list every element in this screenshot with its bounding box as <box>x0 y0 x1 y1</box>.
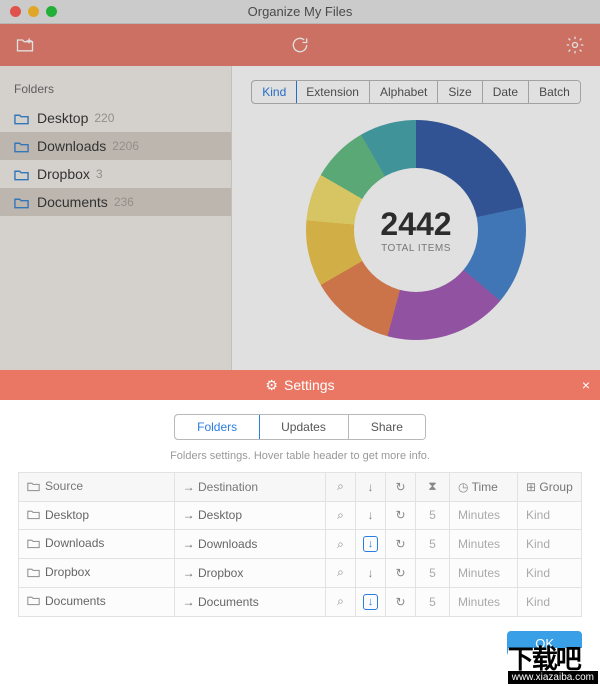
tab-size[interactable]: Size <box>438 81 482 103</box>
col-destination[interactable]: → Destination <box>174 473 325 502</box>
col-refresh-icon[interactable]: ↻ <box>386 473 416 502</box>
tab-kind[interactable]: Kind <box>251 80 297 104</box>
sidebar-item-label: Downloads <box>37 138 106 154</box>
folders-table: Source → Destination ⌕ ↓ ↻ ⧗ ◷ Time ⊞ Gr… <box>18 472 582 617</box>
donut-chart: 2442 TOTAL ITEMS <box>306 120 526 340</box>
sidebar-item-label: Documents <box>37 194 108 210</box>
cell-auto[interactable]: ↓ <box>356 559 386 588</box>
settings-header: ⚙ Settings × <box>0 370 600 400</box>
sidebar-item-count: 220 <box>94 111 114 125</box>
content: Kind Extension Alphabet Size Date Batch … <box>232 66 600 370</box>
cell-refresh[interactable]: ↻ <box>386 559 416 588</box>
gear-icon: ⚙ <box>265 377 278 394</box>
watermark-url: www.xiazaiba.com <box>508 671 598 684</box>
cell-search[interactable]: ⌕ <box>326 587 356 616</box>
cell-destination[interactable]: → Desktop <box>174 501 325 530</box>
main-area: Folders Desktop 220 Downloads 2206 Dropb… <box>0 66 600 370</box>
col-source[interactable]: Source <box>19 473 175 502</box>
cell-search[interactable]: ⌕ <box>326 501 356 530</box>
cell-interval[interactable]: 5 <box>416 530 450 559</box>
cell-search[interactable]: ⌕ <box>326 530 356 559</box>
cell-search[interactable]: ⌕ <box>326 559 356 588</box>
cell-auto[interactable]: ↓ <box>356 530 386 559</box>
cell-destination[interactable]: → Documents <box>174 587 325 616</box>
cell-group[interactable]: Kind <box>518 587 582 616</box>
cell-group[interactable]: Kind <box>518 559 582 588</box>
cell-group[interactable]: Kind <box>518 501 582 530</box>
cell-source[interactable]: Documents <box>19 587 175 616</box>
sidebar-item-downloads[interactable]: Downloads 2206 <box>0 132 231 160</box>
settings-tab-folders[interactable]: Folders <box>174 414 260 440</box>
toolbar <box>0 24 600 66</box>
cell-source[interactable]: Downloads <box>19 530 175 559</box>
folder-icon <box>14 196 29 208</box>
tab-extension[interactable]: Extension <box>296 81 370 103</box>
table-header-row: Source → Destination ⌕ ↓ ↻ ⧗ ◷ Time ⊞ Gr… <box>19 473 582 502</box>
cell-source[interactable]: Dropbox <box>19 559 175 588</box>
col-time[interactable]: ◷ Time <box>450 473 518 502</box>
sidebar-item-count: 2206 <box>112 139 139 153</box>
cell-refresh[interactable]: ↻ <box>386 530 416 559</box>
chart-total-value: 2442 <box>380 206 451 243</box>
window-title: Organize My Files <box>0 4 600 19</box>
cell-interval[interactable]: 5 <box>416 559 450 588</box>
cell-unit[interactable]: Minutes <box>450 559 518 588</box>
table-row: Documents → Documents ⌕ ↓ ↻ 5 Minutes Ki… <box>19 587 582 616</box>
settings-tabs: Folders Updates Share <box>0 400 600 450</box>
col-search-icon[interactable]: ⌕ <box>326 473 356 502</box>
tab-date[interactable]: Date <box>483 81 529 103</box>
settings-tab-updates[interactable]: Updates <box>259 415 349 439</box>
cell-unit[interactable]: Minutes <box>450 530 518 559</box>
sidebar: Folders Desktop 220 Downloads 2206 Dropb… <box>0 66 232 370</box>
sidebar-item-label: Dropbox <box>37 166 90 182</box>
cell-unit[interactable]: Minutes <box>450 501 518 530</box>
chart-total-label: TOTAL ITEMS <box>381 243 451 254</box>
sidebar-item-documents[interactable]: Documents 236 <box>0 188 231 216</box>
settings-title: Settings <box>284 377 335 393</box>
col-hourglass-icon[interactable]: ⧗ <box>416 473 450 502</box>
add-folder-button[interactable] <box>14 34 36 56</box>
cell-refresh[interactable]: ↻ <box>386 587 416 616</box>
settings-tab-share[interactable]: Share <box>349 415 425 439</box>
cell-auto[interactable]: ↓ <box>356 501 386 530</box>
cell-interval[interactable]: 5 <box>416 501 450 530</box>
titlebar: Organize My Files <box>0 0 600 24</box>
sidebar-item-dropbox[interactable]: Dropbox 3 <box>0 160 231 188</box>
cell-unit[interactable]: Minutes <box>450 587 518 616</box>
refresh-button[interactable] <box>289 34 311 56</box>
cell-source[interactable]: Desktop <box>19 501 175 530</box>
view-tabs: Kind Extension Alphabet Size Date Batch <box>251 80 581 104</box>
sidebar-item-count: 3 <box>96 167 103 181</box>
folder-icon <box>14 168 29 180</box>
tab-batch[interactable]: Batch <box>529 81 580 103</box>
cell-destination[interactable]: → Downloads <box>174 530 325 559</box>
watermark-text: 下载吧 <box>508 648 598 671</box>
settings-hint: Folders settings. Hover table header to … <box>0 450 600 472</box>
cell-interval[interactable]: 5 <box>416 587 450 616</box>
cell-refresh[interactable]: ↻ <box>386 501 416 530</box>
sidebar-item-desktop[interactable]: Desktop 220 <box>0 104 231 132</box>
table-row: Dropbox → Dropbox ⌕ ↓ ↻ 5 Minutes Kind <box>19 559 582 588</box>
sidebar-item-label: Desktop <box>37 110 88 126</box>
settings-modal: ⚙ Settings × Folders Updates Share Folde… <box>0 370 600 686</box>
folder-icon <box>14 140 29 152</box>
cell-group[interactable]: Kind <box>518 530 582 559</box>
col-down-icon[interactable]: ↓ <box>356 473 386 502</box>
cell-destination[interactable]: → Dropbox <box>174 559 325 588</box>
table-row: Desktop → Desktop ⌕ ↓ ↻ 5 Minutes Kind <box>19 501 582 530</box>
sidebar-heading: Folders <box>0 80 231 104</box>
close-icon[interactable]: × <box>582 377 590 393</box>
folder-icon <box>14 112 29 124</box>
settings-button[interactable] <box>564 34 586 56</box>
tab-alphabet[interactable]: Alphabet <box>370 81 438 103</box>
table-row: Downloads → Downloads ⌕ ↓ ↻ 5 Minutes Ki… <box>19 530 582 559</box>
col-group[interactable]: ⊞ Group <box>518 473 582 502</box>
sidebar-item-count: 236 <box>114 195 134 209</box>
cell-auto[interactable]: ↓ <box>356 587 386 616</box>
watermark: 下载吧 www.xiazaiba.com <box>508 648 598 684</box>
